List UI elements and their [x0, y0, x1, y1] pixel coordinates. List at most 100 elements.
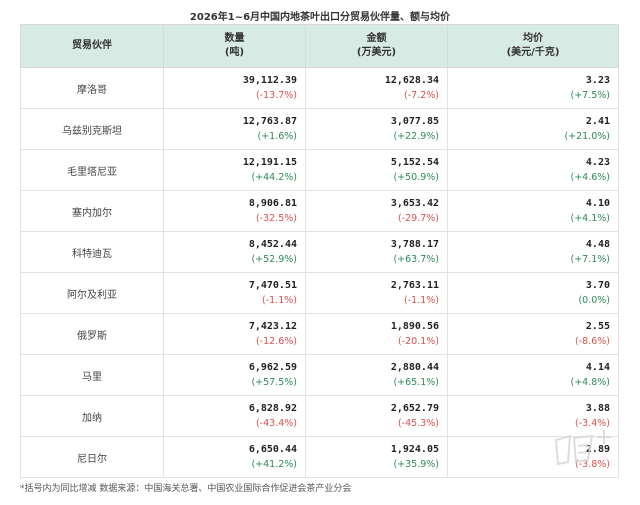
- price-value: 4.14: [585, 362, 610, 373]
- amount-change: (+63.7%): [393, 254, 439, 265]
- price-value: 4.48: [585, 239, 610, 250]
- price-value: 4.10: [585, 198, 610, 209]
- partner-name: 摩洛哥: [20, 67, 164, 109]
- amount-cell: 5,152.54 (+50.9%): [305, 149, 448, 191]
- header-amount-label: 金额: [366, 33, 387, 44]
- quantity-value: 6,962.59: [248, 362, 297, 373]
- amount-change: (+65.1%): [393, 377, 439, 388]
- quantity-cell: 6,962.59 (+57.5%): [163, 354, 306, 396]
- quantity-cell: 6,650.44 (+41.2%): [163, 436, 306, 478]
- quantity-value: 39,112.39: [242, 75, 297, 86]
- header-quantity: 数量 (吨): [163, 24, 306, 68]
- price-change: (+7.5%): [570, 90, 610, 101]
- footnote: *括号内为同比增减 数据来源：中国海关总署、中国农业国际合作促进会茶产业分会: [20, 484, 352, 494]
- quantity-cell: 12,763.87 (+1.6%): [163, 108, 306, 150]
- header-amount: 金额 (万美元): [305, 24, 448, 68]
- header-price-unit: (美元/千克): [506, 47, 560, 58]
- table-row: 摩洛哥 39,112.39 (-13.7%) 12,628.34 (-7.2%) 3.23…: [20, 67, 619, 109]
- price-cell: 2.41 (+21.0%): [447, 108, 619, 150]
- quantity-change: (-32.5%): [255, 213, 297, 224]
- price-cell: 2.89 (-3.8%): [447, 436, 619, 478]
- partner-name: 阿尔及利亚: [20, 272, 164, 314]
- partner-name: 加纳: [20, 395, 164, 437]
- price-value: 2.89: [585, 444, 610, 455]
- table-title: 2026年1~6月中国内地茶叶出口分贸易伙伴量、额与均价: [189, 12, 451, 23]
- header-price: 均价 (美元/千克): [447, 24, 619, 68]
- header-price-label: 均价: [523, 33, 543, 44]
- amount-value: 1,890.56: [390, 321, 439, 332]
- table-row: 塞内加尔 8,906.81 (-32.5%) 3,653.42 (-29.7%) 4.10…: [20, 190, 619, 232]
- quantity-cell: 6,828.92 (-43.4%): [163, 395, 306, 437]
- price-value: 4.23: [585, 157, 610, 168]
- amount-cell: 3,077.85 (+22.9%): [305, 108, 448, 150]
- amount-value: 3,653.42: [390, 198, 439, 209]
- table-row: 阿尔及利亚 7,470.51 (-1.1%) 2,763.11 (-1.1%) 3.70 (…: [20, 272, 619, 314]
- header-quantity-label: 数量: [224, 33, 245, 44]
- quantity-value: 12,191.15: [242, 157, 297, 168]
- partner-name: 马里: [20, 354, 164, 396]
- trade-table: 贸易伙伴 数量 (吨) 金额 (万美元) 均价 (美元/千克) 摩洛哥 39,11…: [20, 24, 619, 478]
- header-partner: 贸易伙伴: [20, 24, 164, 68]
- quantity-cell: 12,191.15 (+44.2%): [163, 149, 306, 191]
- amount-change: (-7.2%): [404, 90, 439, 101]
- amount-cell: 1,924.05 (+35.9%): [305, 436, 448, 478]
- amount-value: 1,924.05: [390, 444, 439, 455]
- amount-cell: 3,653.42 (-29.7%): [305, 190, 448, 232]
- amount-cell: 3,788.17 (+63.7%): [305, 231, 448, 273]
- price-cell: 4.14 (+4.8%): [447, 354, 619, 396]
- price-change: (-3.4%): [575, 418, 610, 429]
- price-cell: 4.10 (+4.1%): [447, 190, 619, 232]
- amount-value: 12,628.34: [384, 75, 439, 86]
- price-value: 3.23: [585, 75, 610, 86]
- amount-cell: 2,763.11 (-1.1%): [305, 272, 448, 314]
- table-row: 科特迪瓦 8,452.44 (+52.9%) 3,788.17 (+63.7%) 4.48…: [20, 231, 619, 273]
- amount-value: 2,763.11: [390, 280, 439, 291]
- quantity-change: (-12.6%): [255, 336, 297, 347]
- table-row: 加纳 6,828.92 (-43.4%) 2,652.79 (-45.3%) 3.88 (-…: [20, 395, 619, 437]
- quantity-change: (+1.6%): [257, 131, 297, 142]
- partner-name: 尼日尔: [20, 436, 164, 478]
- amount-value: 3,788.17: [390, 239, 439, 250]
- quantity-cell: 8,452.44 (+52.9%): [163, 231, 306, 273]
- price-change: (0.0%): [578, 295, 610, 306]
- price-cell: 3.70 (0.0%): [447, 272, 619, 314]
- quantity-cell: 8,906.81 (-32.5%): [163, 190, 306, 232]
- quantity-value: 7,423.12: [248, 321, 297, 332]
- price-change: (+21.0%): [564, 131, 610, 142]
- amount-change: (+50.9%): [393, 172, 439, 183]
- quantity-change: (-1.1%): [262, 295, 297, 306]
- quantity-cell: 39,112.39 (-13.7%): [163, 67, 306, 109]
- amount-value: 2,880.44: [390, 362, 439, 373]
- partner-name: 毛里塔尼亚: [20, 149, 164, 191]
- quantity-value: 6,828.92: [248, 403, 297, 414]
- quantity-change: (-13.7%): [255, 90, 297, 101]
- table-row: 尼日尔 6,650.44 (+41.2%) 1,924.05 (+35.9%) 2.89 (…: [20, 436, 619, 478]
- quantity-change: (+57.5%): [251, 377, 297, 388]
- quantity-change: (+41.2%): [251, 459, 297, 470]
- price-cell: 2.55 (-8.6%): [447, 313, 619, 355]
- table-header-row: 贸易伙伴 数量 (吨) 金额 (万美元) 均价 (美元/千克): [20, 24, 619, 68]
- price-cell: 3.23 (+7.5%): [447, 67, 619, 109]
- amount-change: (-29.7%): [397, 213, 439, 224]
- quantity-change: (+44.2%): [251, 172, 297, 183]
- price-value: 3.88: [585, 403, 610, 414]
- partner-name: 乌兹别克斯坦: [20, 108, 164, 150]
- partner-name: 俄罗斯: [20, 313, 164, 355]
- quantity-cell: 7,470.51 (-1.1%): [163, 272, 306, 314]
- quantity-change: (-43.4%): [255, 418, 297, 429]
- amount-cell: 12,628.34 (-7.2%): [305, 67, 448, 109]
- amount-change: (+35.9%): [393, 459, 439, 470]
- quantity-value: 8,452.44: [248, 239, 297, 250]
- amount-cell: 1,890.56 (-20.1%): [305, 313, 448, 355]
- quantity-value: 7,470.51: [248, 280, 297, 291]
- table-row: 俄罗斯 7,423.12 (-12.6%) 1,890.56 (-20.1%) 2.55 (…: [20, 313, 619, 355]
- price-value: 2.41: [585, 116, 610, 127]
- price-change: (+4.1%): [570, 213, 610, 224]
- quantity-value: 6,650.44: [248, 444, 297, 455]
- price-cell: 3.88 (-3.4%): [447, 395, 619, 437]
- quantity-cell: 7,423.12 (-12.6%): [163, 313, 306, 355]
- price-cell: 4.48 (+7.1%): [447, 231, 619, 273]
- price-value: 2.55: [585, 321, 610, 332]
- amount-value: 5,152.54: [390, 157, 439, 168]
- price-value: 3.70: [585, 280, 610, 291]
